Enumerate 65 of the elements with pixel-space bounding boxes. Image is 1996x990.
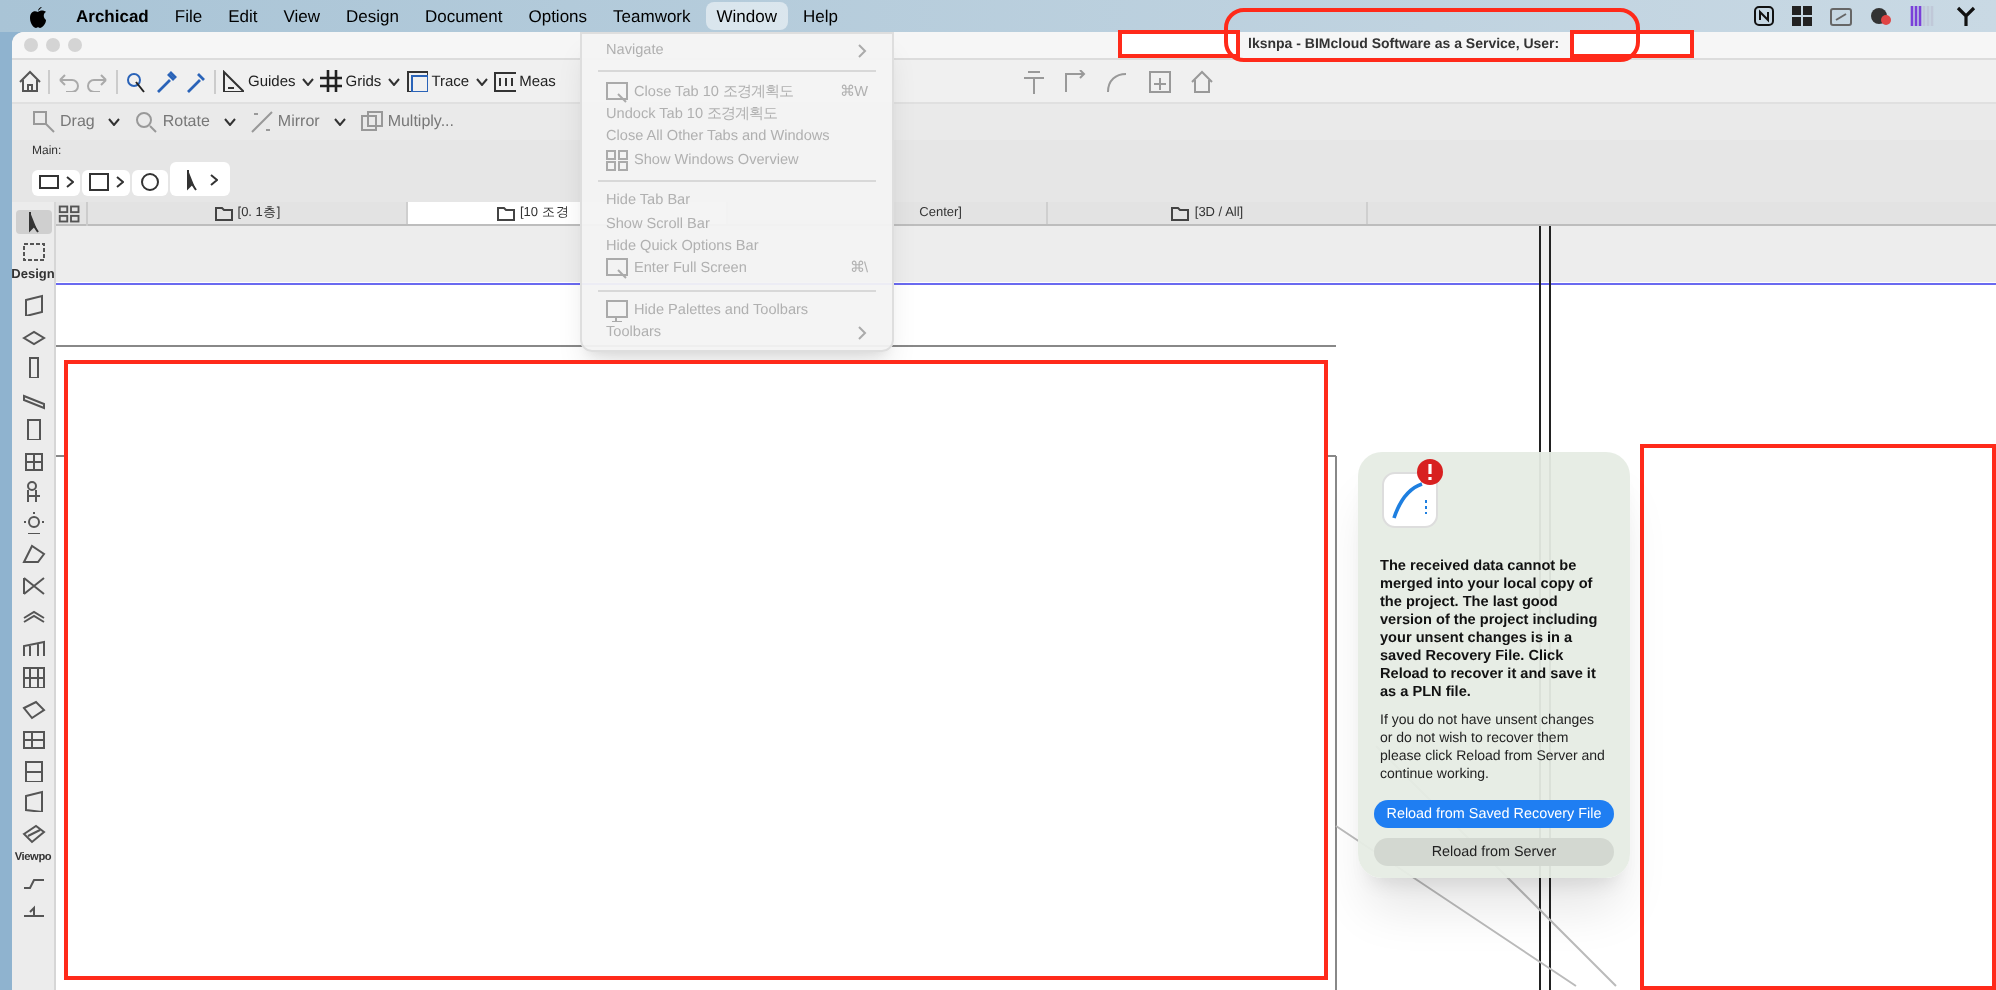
toolbar-button[interactable]: Multiply... — [355, 110, 459, 134]
tool-icon[interactable] — [21, 697, 45, 720]
folder-icon — [213, 204, 234, 222]
app-icon — [1382, 472, 1438, 528]
tool-icon[interactable] — [21, 449, 45, 472]
chevron-icon — [210, 173, 218, 185]
eyedropper-icon[interactable] — [154, 69, 178, 93]
mode-button[interactable] — [82, 169, 130, 195]
tool-icon[interactable] — [21, 511, 45, 534]
tool-icon — [38, 170, 62, 194]
menu-item[interactable]: Archicad — [66, 1, 159, 31]
toolbar-button[interactable]: Rotate — [130, 110, 214, 134]
apple-icon[interactable] — [28, 5, 48, 27]
tool-icon[interactable] — [21, 790, 45, 813]
warning-badge-icon — [1416, 458, 1444, 486]
tool-icon[interactable] — [21, 573, 45, 596]
ruler-icon[interactable] — [493, 70, 516, 92]
tool-icon — [138, 170, 162, 194]
trace-icon[interactable] — [405, 70, 428, 92]
tool-icon[interactable] — [21, 728, 45, 751]
grid-icon[interactable] — [319, 70, 342, 92]
pick-icon[interactable] — [124, 69, 148, 93]
chevron-icon — [66, 176, 74, 188]
tool-icon[interactable] — [21, 635, 45, 658]
folder-icon — [496, 204, 516, 222]
caret-icon[interactable] — [223, 118, 236, 126]
caret-icon[interactable] — [301, 77, 314, 85]
mode-button[interactable] — [170, 162, 230, 196]
grid-icon[interactable] — [1792, 6, 1812, 26]
syringe-icon[interactable] — [184, 69, 208, 93]
mode-button[interactable] — [132, 169, 168, 195]
folder-icon — [1170, 204, 1191, 222]
toolbar-button[interactable]: Mirror — [245, 110, 324, 134]
chevron-icon — [116, 176, 124, 188]
menu-item[interactable]: File — [164, 1, 213, 31]
tool-icon[interactable] — [21, 821, 45, 844]
notion-icon[interactable] — [1754, 6, 1774, 26]
caret-icon[interactable] — [387, 77, 400, 85]
marquee-icon[interactable] — [21, 242, 45, 262]
menu-item[interactable]: Options — [518, 1, 598, 31]
menu-item[interactable]: Window — [706, 1, 787, 31]
menu-item[interactable]: Design — [336, 1, 409, 31]
menu-item[interactable]: Teamwork — [603, 1, 701, 31]
caret-icon[interactable] — [333, 118, 346, 126]
tool-icon[interactable] — [21, 759, 45, 782]
tool-icon — [88, 170, 112, 194]
mode-button[interactable] — [32, 169, 80, 195]
menu-item[interactable]: Help — [793, 1, 848, 31]
status-icon[interactable] — [1870, 6, 1892, 26]
menu-item[interactable]: Edit — [218, 1, 268, 31]
menu-item[interactable]: Document — [414, 1, 513, 31]
tool-icon[interactable] — [21, 325, 45, 348]
caret-icon[interactable] — [475, 77, 488, 85]
tool-icon[interactable] — [21, 480, 45, 503]
tool-icon[interactable] — [21, 294, 45, 317]
tool-icon[interactable] — [21, 666, 45, 689]
menu-item[interactable]: View — [273, 1, 331, 31]
tool-icon[interactable] — [21, 418, 45, 441]
caret-icon[interactable] — [108, 118, 121, 126]
screen-icon[interactable] — [1830, 7, 1852, 25]
home-icon[interactable] — [18, 70, 42, 92]
tool-icon[interactable] — [21, 542, 45, 565]
bars-icon[interactable] — [1910, 6, 1938, 26]
fork-icon[interactable] — [1956, 6, 1976, 26]
toolbar-button[interactable]: Drag — [28, 110, 99, 134]
